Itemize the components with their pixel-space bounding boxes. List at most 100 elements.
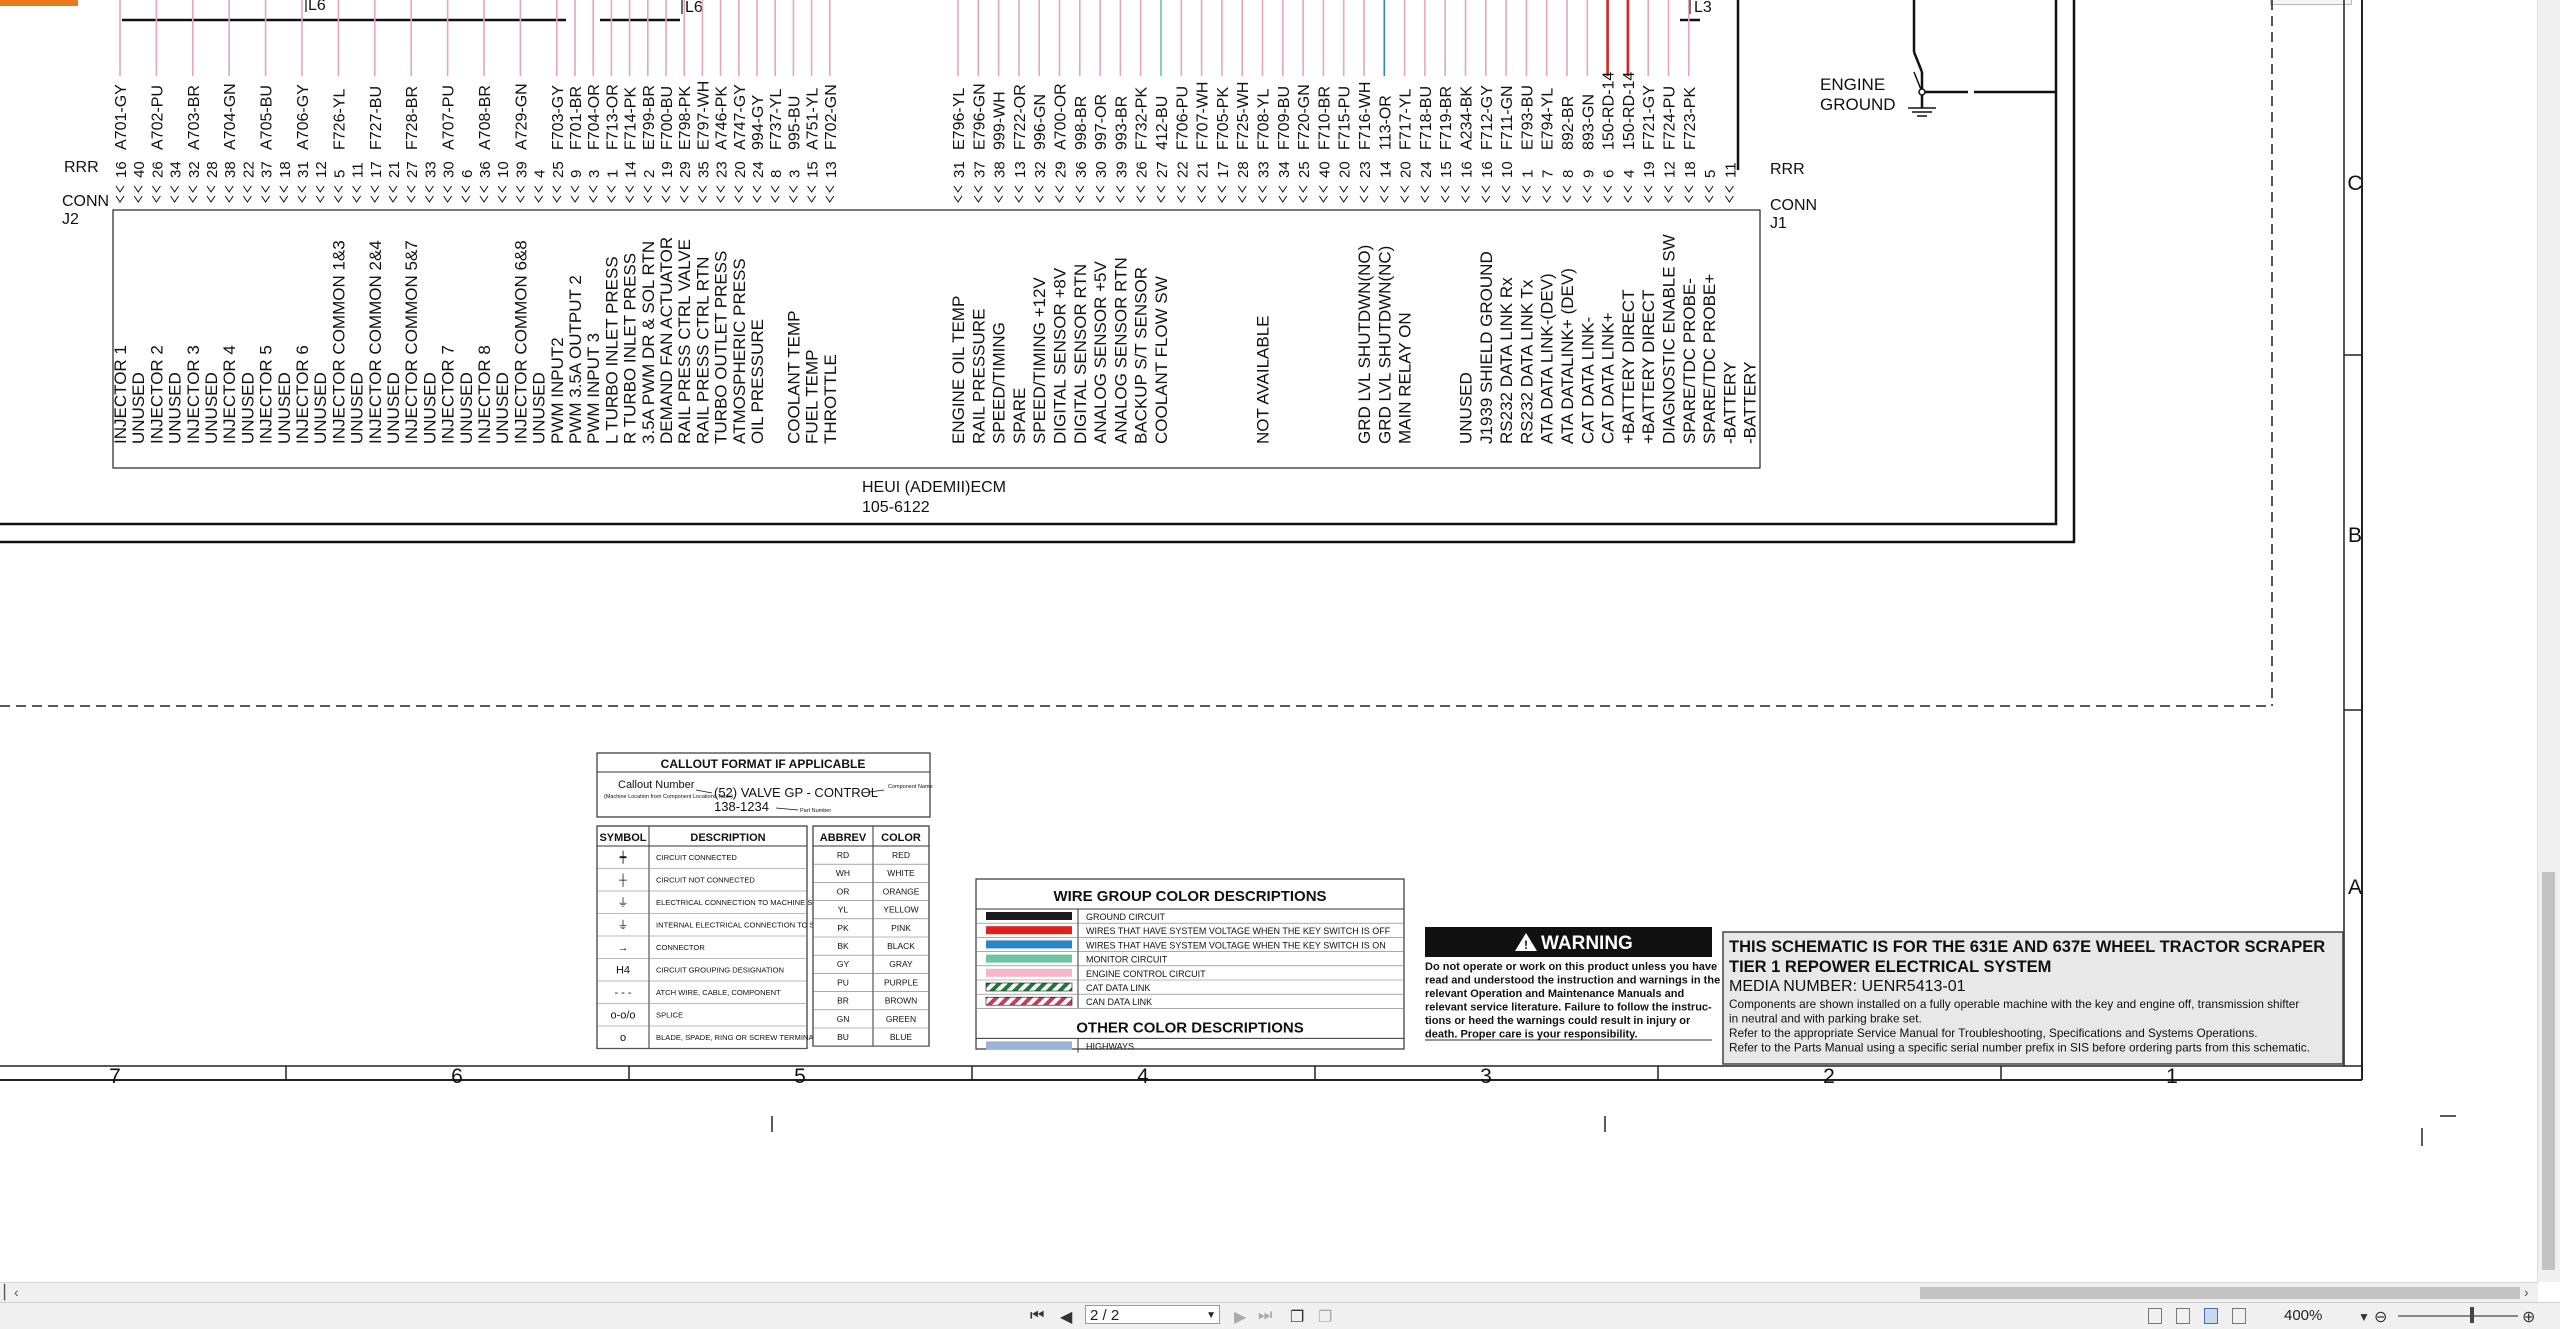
pin-marker — [552, 185, 562, 193]
pin-marker — [1359, 185, 1369, 193]
pin-function: INJECTOR 4 — [220, 345, 239, 444]
scroll-right-icon[interactable]: › — [2524, 1284, 2529, 1300]
warning-text: Do not operate or work on this product u… — [1425, 961, 1720, 1041]
horizontal-scroll-thumb[interactable] — [1920, 1287, 2520, 1299]
last-page-icon[interactable]: ⏭ — [1258, 1307, 1272, 1325]
ecm-name: HEUI (ADEMII)ECM — [862, 479, 1006, 496]
title-note: Refer to the appropriate Service Manual … — [1729, 1026, 2258, 1040]
title-notes: Components are shown installed on a full… — [1729, 997, 2310, 1055]
pin-group: F718-BU 24 — [1418, 0, 1435, 203]
bus-label-l6a: L6 — [308, 0, 326, 14]
zoom-slider-thumb[interactable] — [2470, 1307, 2474, 1323]
continuous-view-icon[interactable] — [2176, 1308, 2190, 1324]
horizontal-scrollbar[interactable]: ▏ ‹ › — [0, 1282, 2538, 1303]
pin-number: 20 — [1398, 161, 1415, 178]
pin-marker — [734, 195, 744, 203]
paste-view-icon[interactable]: ❐ — [1318, 1307, 1332, 1327]
pin-number: 17 — [368, 161, 385, 178]
pin-function: BACKUP S/T SENSOR — [1132, 267, 1151, 444]
wire-label: F702-GN — [823, 84, 840, 150]
pin-group: F703-GY 25 PWM INPUT2 — [548, 0, 567, 444]
continuous-facing-view-icon[interactable] — [2232, 1308, 2246, 1324]
pin-number: 37 — [971, 161, 988, 178]
pin-function: INJECTOR 2 — [147, 345, 166, 444]
pin-marker — [1481, 185, 1491, 193]
pin-function: GRD LVL SHUTDWN(NC) — [1375, 246, 1394, 444]
pin-marker — [1440, 195, 1450, 203]
highway-swatch — [986, 1041, 1072, 1050]
wire-group-label: GROUND CIRCUIT — [1086, 912, 1165, 922]
pin-marker — [825, 195, 835, 203]
prev-page-icon[interactable]: ◀ — [1060, 1307, 1072, 1327]
pin-group: F732-PK 26 BACKUP S/T SENSOR — [1132, 0, 1151, 444]
pin-number: 14 — [623, 161, 640, 178]
document-viewport[interactable]: C B A 7 6 5 4 3 2 1 L6 L6 L3 A701-GY 16 … — [0, 0, 2538, 1282]
symbol-description: CIRCUIT NOT CONNECTED — [656, 876, 755, 885]
wire-group-swatch — [985, 996, 1073, 1006]
wire-label: F706-PU — [1174, 86, 1191, 150]
callout-title: CALLOUT FORMAT IF APPLICABLE — [661, 757, 866, 771]
pin-group: F716-WH 23 GRD LVL SHUTDWN(NO) — [1355, 0, 1374, 444]
vertical-scrollbar[interactable] — [2537, 0, 2560, 1282]
zoom-level[interactable]: 400% — [2284, 1307, 2322, 1324]
pin-group: 995-BU 3 COOLANT TEMP — [784, 0, 803, 444]
pin-group: F727-BU 17 INJECTOR COMMON 2&4 — [366, 0, 385, 444]
page-number-field[interactable]: 2 / 2 ▼ — [1085, 1305, 1220, 1324]
wire-label: 997-OR — [1093, 94, 1110, 150]
engine-ground-label-1: ENGINE — [1820, 75, 1885, 94]
pin-marker — [788, 195, 798, 203]
pin-function: -BATTERY — [1720, 362, 1739, 445]
facing-view-icon[interactable] — [2204, 1308, 2218, 1324]
warning-line: relevant Operation and Maintenance Manua… — [1425, 988, 1684, 1000]
pin-function: SPARE/TDC PROBE+ — [1700, 274, 1719, 444]
single-page-view-icon[interactable] — [2148, 1308, 2162, 1324]
zoom-dropdown-icon[interactable]: ▼ — [2358, 1310, 2370, 1324]
pin-function: INJECTOR COMMON 1&3 — [329, 240, 348, 444]
zoom-slider[interactable] — [2398, 1315, 2518, 1317]
first-page-icon[interactable]: ⏮ — [1030, 1307, 1044, 1325]
wire-label: F701-BR — [568, 86, 585, 150]
wire-label: A703-BR — [186, 85, 203, 150]
pin-marker — [1339, 185, 1349, 193]
pin-group: F712-GY 16 J1939 SHIELD GROUND — [1477, 0, 1496, 444]
pin-marker — [770, 185, 780, 193]
pin-marker — [1501, 185, 1511, 193]
next-page-icon[interactable]: ▶ — [1234, 1307, 1246, 1327]
pin-number: 31 — [951, 161, 968, 178]
pin-number: 29 — [1053, 161, 1070, 178]
pin-marker — [1115, 195, 1125, 203]
pin-group: 12 UNUSED — [311, 161, 330, 444]
pin-number: 3 — [586, 170, 603, 178]
title-line-1: THIS SCHEMATIC IS FOR THE 631E AND 637E … — [1729, 938, 2325, 956]
pin-marker — [1664, 195, 1673, 203]
pin-marker — [1461, 185, 1470, 193]
pin-marker — [443, 185, 453, 193]
page-dropdown-icon[interactable]: ▼ — [1206, 1306, 1216, 1325]
callout-component-name: Component Name — [888, 784, 933, 790]
pin-group: F707-WH 21 — [1195, 0, 1212, 203]
pin-group: A234-BK 16 UNUSED — [1457, 0, 1476, 444]
zoom-out-icon[interactable]: ⊖ — [2374, 1307, 2387, 1327]
pin-marker — [151, 195, 161, 203]
pin-marker — [807, 185, 817, 193]
copy-view-icon[interactable]: ❐ — [1290, 1307, 1304, 1327]
wire-label: F725-WH — [1235, 82, 1252, 150]
pin-marker — [1095, 195, 1105, 203]
pin-marker — [1298, 185, 1308, 193]
pin-marker — [825, 185, 835, 193]
pin-marker — [406, 195, 416, 203]
warning-line: relevant service literature. Failure to … — [1425, 1002, 1712, 1014]
pin-marker — [461, 195, 471, 203]
attach-wire-icon: - - - — [614, 987, 631, 999]
vertical-scroll-thumb[interactable] — [2542, 872, 2555, 1270]
scroll-left-icon[interactable]: ‹ — [14, 1284, 19, 1300]
media-number: MEDIA NUMBER: UENR5413-01 — [1729, 978, 1966, 995]
pin-marker — [1582, 195, 1592, 203]
wire-group-swatch — [986, 954, 1072, 963]
pin-marker — [1724, 185, 1734, 193]
pin-function: ATA DATALINK+ (DEV) — [1558, 268, 1577, 444]
pin-function: UNUSED — [166, 372, 185, 444]
pin-function: SPARE — [1010, 388, 1029, 444]
zoom-in-icon[interactable]: ⊕ — [2522, 1307, 2535, 1327]
grid-row-labels: C B A — [2347, 172, 2362, 899]
